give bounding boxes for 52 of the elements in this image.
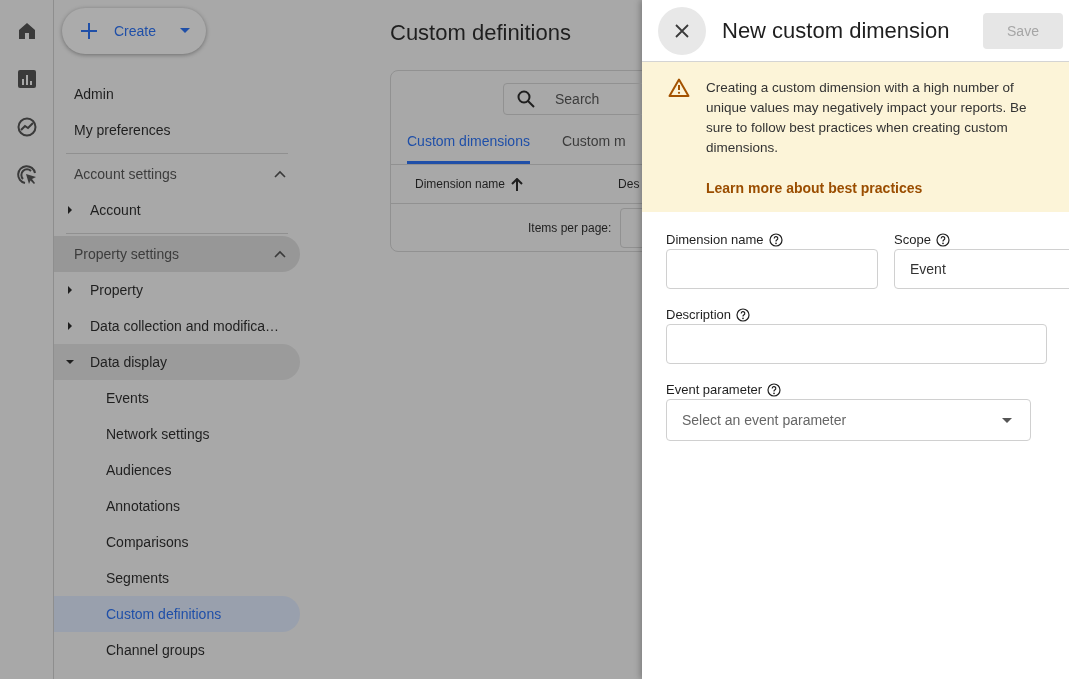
caret-icon (1002, 417, 1012, 423)
warning-icon (668, 78, 690, 97)
help-icon[interactable] (767, 382, 782, 397)
close-button[interactable] (658, 6, 706, 55)
column-header[interactable]: Des (618, 177, 640, 191)
field-label: Dimension name (666, 232, 764, 247)
nav-item[interactable]: Property (54, 272, 300, 308)
text-field[interactable] (666, 249, 878, 289)
field-label: Event parameter (666, 382, 763, 397)
field-label: Description (666, 307, 732, 322)
text-field[interactable]: Event (894, 249, 1069, 289)
chevron-icon (274, 170, 286, 178)
tab[interactable]: Custom m (561, 133, 626, 164)
help-icon[interactable] (768, 232, 783, 247)
help-icon[interactable] (935, 232, 950, 247)
nav-item[interactable]: Events (54, 380, 300, 416)
section-header[interactable]: Account settings (54, 156, 300, 192)
bar-chart-icon[interactable] (16, 69, 37, 89)
nav-item[interactable]: Account (54, 192, 300, 228)
trend-chart-icon[interactable] (15, 116, 38, 138)
nav-item[interactable]: Network settings (54, 416, 300, 452)
page-title: Custom definitions (390, 20, 572, 47)
nav-item[interactable]: Annotations (54, 488, 300, 524)
caret-icon (180, 28, 190, 34)
panel-title: New custom dimension (722, 17, 951, 44)
plus-icon (80, 22, 98, 40)
home-icon[interactable] (16, 21, 37, 41)
section-title: Account settings (74, 166, 177, 182)
nav-item[interactable]: Data display (54, 344, 300, 380)
target-cursor-icon[interactable] (15, 164, 38, 186)
nav-item[interactable]: Segments (54, 560, 300, 596)
best-practices-link[interactable]: Learn more about best practices (706, 180, 1049, 196)
warning-text: Creating a custom dimension with a high number of unique values may negatively impact your reports. Be sure to follow best practices when creating custom dimensions. (706, 79, 1028, 157)
arrow-up-icon (511, 177, 524, 191)
close-icon (675, 23, 689, 38)
nav-item[interactable]: My preferences (54, 112, 300, 148)
help-icon[interactable] (736, 307, 751, 322)
chevron-icon (274, 250, 286, 258)
dropdown-field[interactable]: Select an event parameter (666, 399, 1031, 441)
items-per-page-label: Items per page: (528, 220, 612, 235)
section-header[interactable]: Property settings (54, 236, 300, 272)
nav-item[interactable]: Admin (54, 76, 300, 112)
nav-item[interactable]: Comparisons (54, 524, 300, 560)
text-field[interactable] (666, 324, 1047, 364)
nav-item[interactable]: Data collection and modifica… (54, 308, 300, 344)
section-title: Property settings (74, 246, 180, 262)
search-field[interactable]: Search (503, 83, 642, 115)
field-label: Scope (894, 232, 931, 247)
nav-item[interactable]: Channel groups (54, 632, 300, 668)
search-icon (517, 90, 535, 108)
nav-item[interactable]: Audiences (54, 452, 300, 488)
column-header[interactable]: Dimension name (415, 177, 524, 191)
